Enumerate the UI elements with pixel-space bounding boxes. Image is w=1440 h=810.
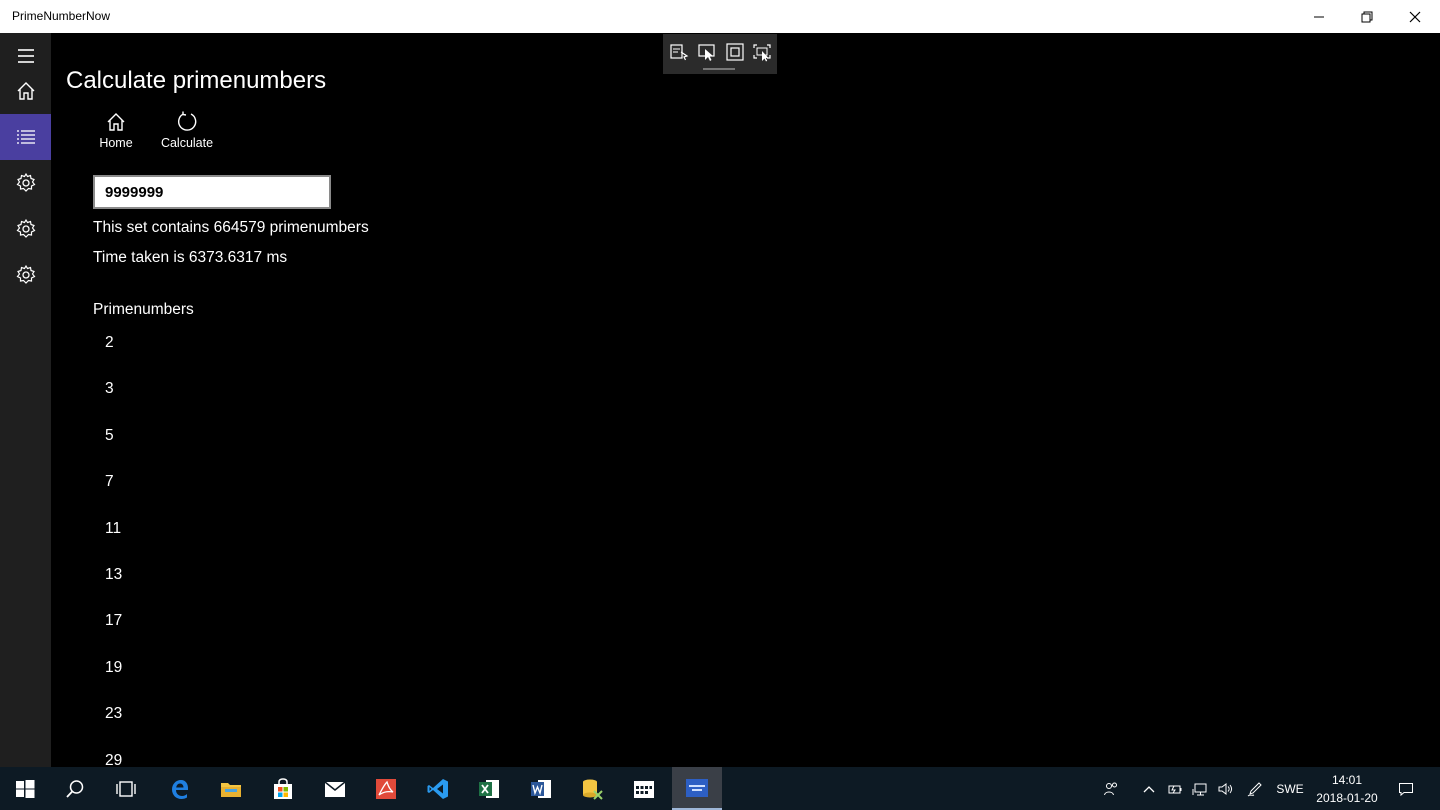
home-icon bbox=[107, 113, 125, 131]
display-layout-icon[interactable] bbox=[725, 42, 745, 62]
calculate-command-button[interactable]: Calculate bbox=[159, 111, 215, 150]
live-tree-icon[interactable] bbox=[669, 42, 689, 62]
list-icon bbox=[16, 130, 35, 144]
list-item[interactable]: 17 bbox=[105, 611, 122, 657]
debug-toolbar bbox=[663, 34, 777, 74]
home-icon bbox=[17, 82, 34, 100]
network-button[interactable] bbox=[1189, 767, 1211, 810]
gear-icon bbox=[16, 172, 35, 192]
primenumbernow-taskbar-button[interactable] bbox=[672, 767, 722, 810]
prime-list-header: Primenumbers bbox=[93, 301, 194, 318]
home-command-button[interactable]: Home bbox=[98, 111, 134, 150]
prime-list: 2 3 5 7 11 13 17 19 23 29 bbox=[105, 333, 122, 767]
file-explorer-button[interactable] bbox=[206, 767, 256, 810]
calculate-command-label: Calculate bbox=[160, 136, 214, 150]
page-title: Calculate primenumbers bbox=[66, 67, 327, 94]
minimize-button[interactable] bbox=[1296, 0, 1342, 33]
gear-icon bbox=[16, 264, 35, 284]
folder-icon bbox=[221, 782, 241, 797]
nav-item-settings-3[interactable] bbox=[0, 252, 51, 298]
search-icon bbox=[66, 779, 84, 798]
chevron-up-icon bbox=[1143, 785, 1155, 792]
battery-icon bbox=[1168, 785, 1182, 793]
pen-workspace-button[interactable] bbox=[1243, 767, 1267, 810]
database-icon bbox=[583, 779, 603, 800]
list-item[interactable]: 19 bbox=[105, 658, 122, 704]
minimize-icon bbox=[1314, 16, 1324, 17]
taskbar-clock[interactable]: 14:01 2018-01-20 bbox=[1308, 771, 1386, 807]
task-view-icon bbox=[116, 780, 136, 797]
gear-icon bbox=[16, 218, 35, 238]
taskbar: SWE 14:01 2018-01-20 bbox=[0, 767, 1440, 810]
language-indicator: SWE bbox=[1276, 781, 1304, 796]
nav-item-settings-1[interactable] bbox=[0, 160, 51, 206]
visual-studio-button[interactable] bbox=[413, 767, 463, 810]
close-button[interactable] bbox=[1392, 0, 1438, 33]
pen-icon bbox=[1247, 781, 1262, 796]
nav-item-settings-2[interactable] bbox=[0, 206, 51, 252]
notification-icon bbox=[1399, 782, 1413, 796]
restore-icon bbox=[1361, 11, 1373, 22]
task-view-button[interactable] bbox=[101, 767, 151, 810]
time-taken-text: Time taken is 6373.6317 ms bbox=[93, 249, 288, 266]
store-icon bbox=[274, 777, 292, 799]
search-button[interactable] bbox=[50, 767, 100, 810]
window-title: PrimeNumberNow bbox=[12, 9, 111, 23]
speaker-icon bbox=[1218, 782, 1232, 795]
mail-button[interactable] bbox=[310, 767, 360, 810]
hamburger-icon bbox=[17, 49, 34, 63]
calendar-app-button[interactable] bbox=[619, 767, 669, 810]
refresh-icon bbox=[178, 111, 197, 131]
list-item[interactable]: 2 bbox=[105, 333, 122, 379]
people-button[interactable] bbox=[1098, 767, 1124, 810]
app-tile-icon bbox=[686, 778, 708, 797]
people-icon bbox=[1104, 782, 1117, 795]
select-element-icon[interactable] bbox=[697, 42, 717, 62]
visual-studio-icon bbox=[427, 778, 448, 799]
number-input[interactable] bbox=[93, 175, 331, 209]
nav-item-home[interactable] bbox=[0, 68, 51, 114]
windows-logo-icon bbox=[16, 779, 35, 798]
track-focus-icon[interactable] bbox=[752, 42, 772, 62]
excel-icon bbox=[479, 779, 499, 798]
mail-icon bbox=[324, 780, 346, 797]
list-item[interactable]: 5 bbox=[105, 426, 122, 472]
list-item[interactable]: 13 bbox=[105, 565, 122, 611]
home-command-label: Home bbox=[99, 136, 133, 150]
database-tool-button[interactable] bbox=[567, 767, 617, 810]
action-center-button[interactable] bbox=[1392, 767, 1420, 810]
content-area: Calculate primenumbers Home Calculate Th… bbox=[51, 33, 1440, 767]
word-button[interactable] bbox=[516, 767, 566, 810]
start-button[interactable] bbox=[0, 767, 50, 810]
volume-button[interactable] bbox=[1214, 767, 1236, 810]
list-item[interactable]: 7 bbox=[105, 472, 122, 518]
battery-button[interactable] bbox=[1164, 767, 1186, 810]
show-hidden-icons-button[interactable] bbox=[1140, 767, 1158, 810]
network-icon bbox=[1192, 783, 1207, 795]
clock-time: 14:01 bbox=[1331, 773, 1363, 787]
excel-button[interactable] bbox=[464, 767, 514, 810]
clock-date: 2018-01-20 bbox=[1316, 791, 1378, 805]
restore-button[interactable] bbox=[1344, 0, 1390, 33]
list-item[interactable]: 3 bbox=[105, 379, 122, 425]
toolbar-grip[interactable] bbox=[703, 68, 735, 70]
edge-browser-button[interactable] bbox=[155, 767, 205, 810]
navigation-pane bbox=[0, 33, 51, 767]
edge-icon bbox=[172, 779, 189, 799]
input-language-button[interactable]: SWE bbox=[1272, 767, 1308, 810]
word-icon bbox=[531, 779, 551, 798]
list-item[interactable]: 29 bbox=[105, 751, 122, 767]
list-item[interactable]: 11 bbox=[105, 519, 122, 565]
calendar-icon bbox=[634, 780, 654, 798]
prime-count-text: This set contains 664579 primenumbers bbox=[93, 219, 369, 236]
pdf-reader-button[interactable] bbox=[361, 767, 411, 810]
nav-item-list[interactable] bbox=[0, 114, 51, 160]
list-item[interactable]: 23 bbox=[105, 704, 122, 750]
pdf-icon bbox=[376, 778, 396, 799]
close-icon bbox=[1409, 11, 1421, 22]
title-bar: PrimeNumberNow bbox=[0, 0, 1440, 33]
store-button[interactable] bbox=[258, 767, 308, 810]
